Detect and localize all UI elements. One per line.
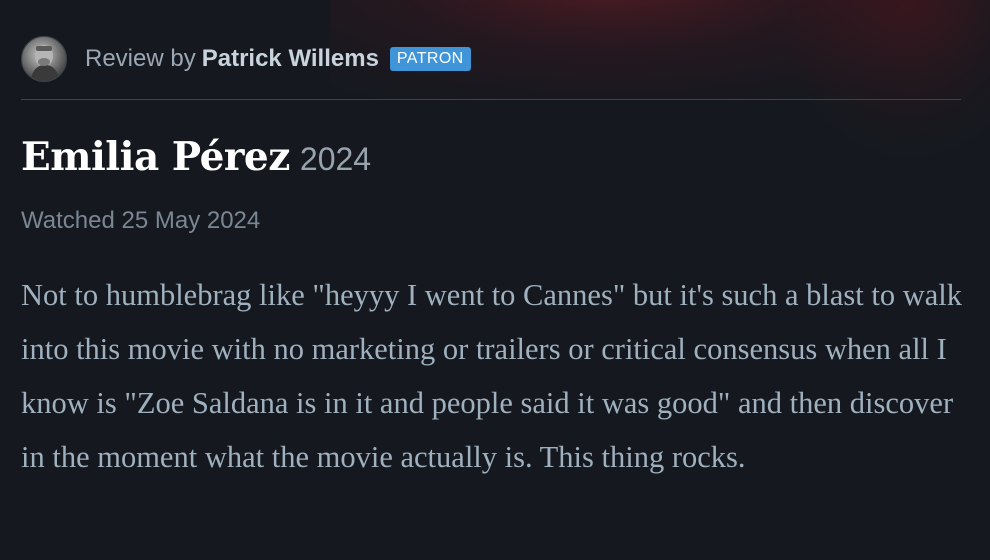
film-title[interactable]: Emilia Pérez: [21, 134, 290, 180]
review-byline: Review by Patrick Willems PATRON: [85, 45, 471, 73]
avatar-image: [30, 45, 60, 81]
review-header: Review by Patrick Willems PATRON: [21, 35, 471, 83]
byline-prefix: Review by: [85, 45, 196, 72]
review-page: Review by Patrick Willems PATRON Emilia Pé…: [0, 0, 990, 560]
author-name[interactable]: Patrick Willems: [202, 45, 379, 72]
watched-date: Watched 25 May 2024: [21, 207, 261, 234]
review-body: Not to humblebrag like "heyyy I went to …: [21, 278, 963, 474]
avatar[interactable]: [21, 36, 67, 82]
header-divider: [21, 99, 961, 100]
film-heading: Emilia Pérez 2024: [21, 134, 371, 180]
backdrop-glow-right: [780, 0, 990, 160]
patron-badge: PATRON: [389, 47, 471, 71]
film-year[interactable]: 2024: [300, 141, 371, 177]
